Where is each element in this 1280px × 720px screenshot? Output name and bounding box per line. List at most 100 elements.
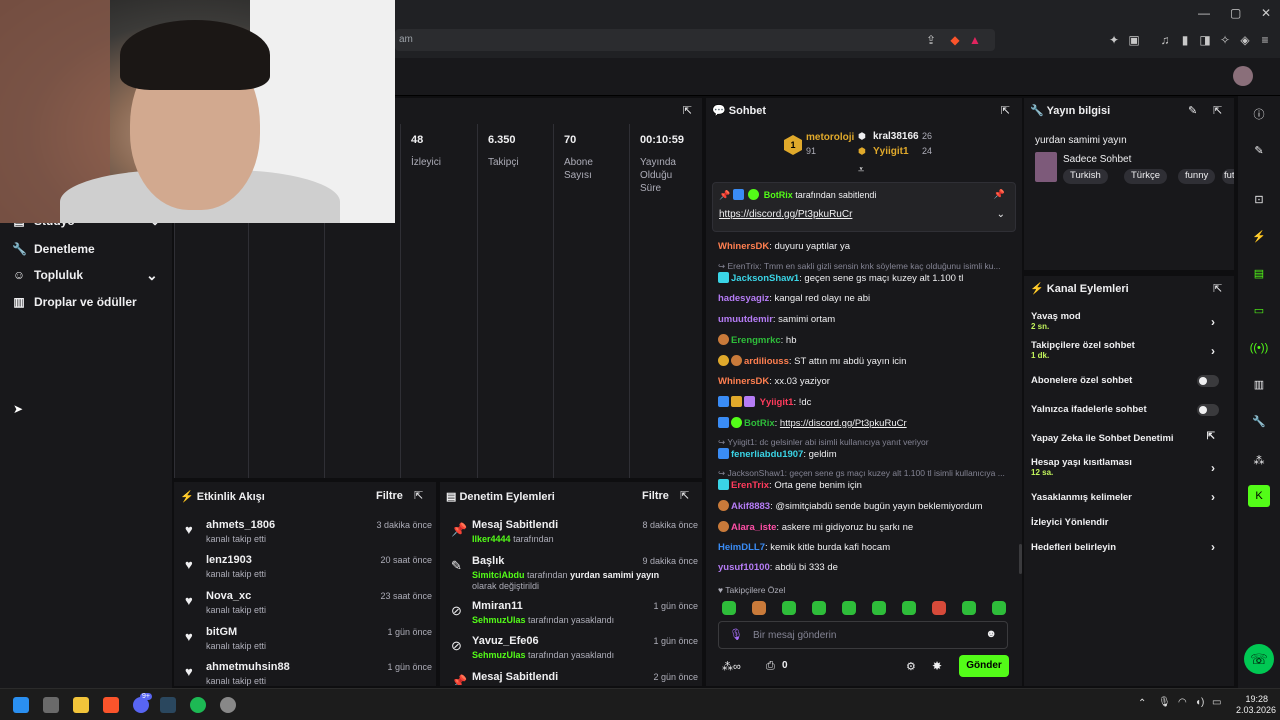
- emote-icon[interactable]: [962, 601, 976, 615]
- tag[interactable]: Türkçe: [1124, 169, 1168, 184]
- brave-shield-icon[interactable]: ◆: [948, 33, 962, 47]
- obs-icon[interactable]: [220, 697, 236, 713]
- pinned-link[interactable]: https://discord.gg/Pt3pkuRuCr: [719, 209, 852, 220]
- vpn-icon[interactable]: ◈: [1238, 33, 1252, 47]
- sidebar-item-moderation[interactable]: 🔧 Denetleme: [12, 242, 95, 256]
- emote-icon[interactable]: [812, 601, 826, 615]
- collapse-leaderboard-icon[interactable]: ⩡: [858, 164, 864, 177]
- mod-action-name[interactable]: Yavuz_Efe06: [472, 635, 539, 647]
- wrench-icon[interactable]: 🔧: [1248, 411, 1270, 433]
- brave-browser-icon[interactable]: [103, 697, 119, 713]
- wifi-icon[interactable]: ◠: [1178, 697, 1187, 708]
- rewards-icon[interactable]: ▲: [968, 33, 982, 47]
- maximize-icon[interactable]: ▢: [1230, 6, 1241, 20]
- expand-icon[interactable]: ⇱: [1001, 104, 1010, 117]
- category-thumbnail[interactable]: [1035, 152, 1057, 182]
- share-icon[interactable]: ⇪: [924, 33, 938, 47]
- expand-icon[interactable]: ⇱: [680, 489, 689, 502]
- menu-icon[interactable]: ≡: [1258, 33, 1272, 47]
- feed-name[interactable]: lenz1903: [206, 554, 252, 566]
- address-bar[interactable]: am: [395, 29, 995, 51]
- emote-icon[interactable]: [992, 601, 1006, 615]
- clipboard-icon[interactable]: ▤: [1248, 263, 1270, 285]
- close-icon[interactable]: ✕: [1261, 6, 1271, 20]
- expand-icon[interactable]: ⇱: [683, 104, 692, 117]
- chevron-down-icon[interactable]: ⌄: [997, 209, 1005, 220]
- emote-icon[interactable]: [722, 601, 736, 615]
- emote-icon[interactable]: [842, 601, 856, 615]
- feed-name[interactable]: bitGM: [206, 626, 237, 638]
- chevron-up-icon[interactable]: ⌃: [1138, 698, 1146, 709]
- chat-bubble-icon[interactable]: ▭: [1248, 300, 1270, 322]
- spotify-icon[interactable]: [190, 697, 206, 713]
- leader-name[interactable]: Yyiigit1: [873, 146, 909, 157]
- settings-gear-icon[interactable]: ⚙: [906, 660, 916, 673]
- info-icon[interactable]: ⓘ: [1248, 104, 1270, 126]
- emote-icon[interactable]: [932, 601, 946, 615]
- screenshot-icon[interactable]: ⊡: [1248, 189, 1270, 211]
- windows-start-icon[interactable]: [13, 697, 29, 713]
- support-chat-icon[interactable]: ☏: [1244, 644, 1274, 674]
- action-host-viewers[interactable]: İzleyici Yönlendir: [1031, 517, 1227, 528]
- unpin-icon[interactable]: 📌: [994, 189, 1005, 200]
- leo-ai-icon[interactable]: ✧: [1218, 33, 1232, 47]
- tag[interactable]: Turkish: [1063, 169, 1108, 184]
- emote-icon[interactable]: [872, 601, 886, 615]
- battery-icon[interactable]: ▭: [1212, 697, 1221, 708]
- emoji-icon[interactable]: ☻: [985, 628, 997, 640]
- filter-button[interactable]: Filtre: [376, 490, 403, 502]
- action-ai-moderation[interactable]: Yapay Zeka ile Sohbet Denetimi ⇱: [1031, 431, 1227, 444]
- leader-name[interactable]: metoroloji: [806, 132, 854, 143]
- action-followers-chat[interactable]: Takipçilere özel sohbet 1 dk. ›: [1031, 340, 1227, 364]
- expand-icon[interactable]: ⇱: [414, 489, 423, 502]
- feed-name[interactable]: ahmetmuhsin88: [206, 661, 290, 673]
- clock[interactable]: 19:28 2.03.2026: [1236, 694, 1276, 715]
- sidebar-item-community[interactable]: ☺ Topluluk ⌄: [12, 267, 158, 283]
- volume-icon[interactable]: ◖): [1195, 697, 1204, 708]
- steam-icon[interactable]: [160, 697, 176, 713]
- extensions-icon[interactable]: ✦: [1107, 33, 1121, 47]
- leader-name[interactable]: kral38166: [873, 131, 919, 142]
- chat-scrollbar[interactable]: [1019, 544, 1022, 574]
- gift-icon[interactable]: ⎙: [766, 660, 775, 673]
- edit-pencil-icon[interactable]: ✎: [1188, 104, 1197, 117]
- tag[interactable]: funny: [1178, 169, 1216, 184]
- task-view-icon[interactable]: [43, 697, 59, 713]
- toggle-switch[interactable]: [1197, 404, 1219, 416]
- action-account-age[interactable]: Hesap yaşı kısıtlaması 12 sa. ›: [1031, 457, 1227, 481]
- wallet-icon[interactable]: ◨: [1198, 33, 1212, 47]
- feed-name[interactable]: ahmets_1806: [206, 519, 275, 531]
- sidebar-toggle-icon[interactable]: ▮: [1178, 33, 1192, 47]
- tag[interactable]: futbo: [1222, 169, 1234, 184]
- expand-icon[interactable]: ⇱: [1213, 282, 1222, 295]
- emote-icon[interactable]: [752, 601, 766, 615]
- action-set-goals[interactable]: Hedefleri belirleyin ›: [1031, 540, 1227, 554]
- microphone-icon[interactable]: 🎙: [1158, 697, 1171, 708]
- infinity-points-icon[interactable]: ⁂∞: [722, 660, 741, 673]
- queue-icon[interactable]: ▥: [1248, 374, 1270, 396]
- filter-button[interactable]: Filtre: [642, 490, 669, 502]
- community-icon[interactable]: ⁂: [1248, 450, 1270, 472]
- emote-icon[interactable]: [902, 601, 916, 615]
- broadcast-icon[interactable]: ((•)): [1248, 337, 1270, 359]
- emote-icon[interactable]: [782, 601, 796, 615]
- mod-action-name[interactable]: Mmiran11: [472, 600, 523, 612]
- sidebar-item-drops[interactable]: ▥ Droplar ve ödüller: [12, 295, 136, 309]
- kick-logo-icon[interactable]: K: [1248, 485, 1270, 507]
- action-slow-mode[interactable]: Yavaş mod 2 sn. ›: [1031, 311, 1227, 335]
- chat-input[interactable]: 🎙 Bir mesaj gönderin ☻: [718, 621, 1008, 649]
- toggle-switch[interactable]: [1197, 375, 1219, 387]
- feed-name[interactable]: Nova_xc: [206, 590, 251, 602]
- expand-icon[interactable]: ⇱: [1213, 104, 1222, 117]
- mod-tools-icon[interactable]: ✸: [932, 659, 942, 673]
- edit-pencil-icon[interactable]: ✎: [1248, 140, 1270, 162]
- category-name[interactable]: Sadece Sohbet: [1063, 154, 1131, 165]
- media-icon[interactable]: ♫: [1158, 33, 1172, 47]
- avatar[interactable]: [1233, 66, 1253, 86]
- send-button[interactable]: Gönder: [959, 655, 1009, 677]
- action-banned-words[interactable]: Yasaklanmış kelimeler ›: [1031, 490, 1227, 504]
- screenshot-icon[interactable]: ▣: [1127, 33, 1141, 47]
- lightning-icon[interactable]: ⚡: [1248, 226, 1270, 248]
- minimize-icon[interactable]: —: [1198, 6, 1210, 20]
- file-explorer-icon[interactable]: [73, 697, 89, 713]
